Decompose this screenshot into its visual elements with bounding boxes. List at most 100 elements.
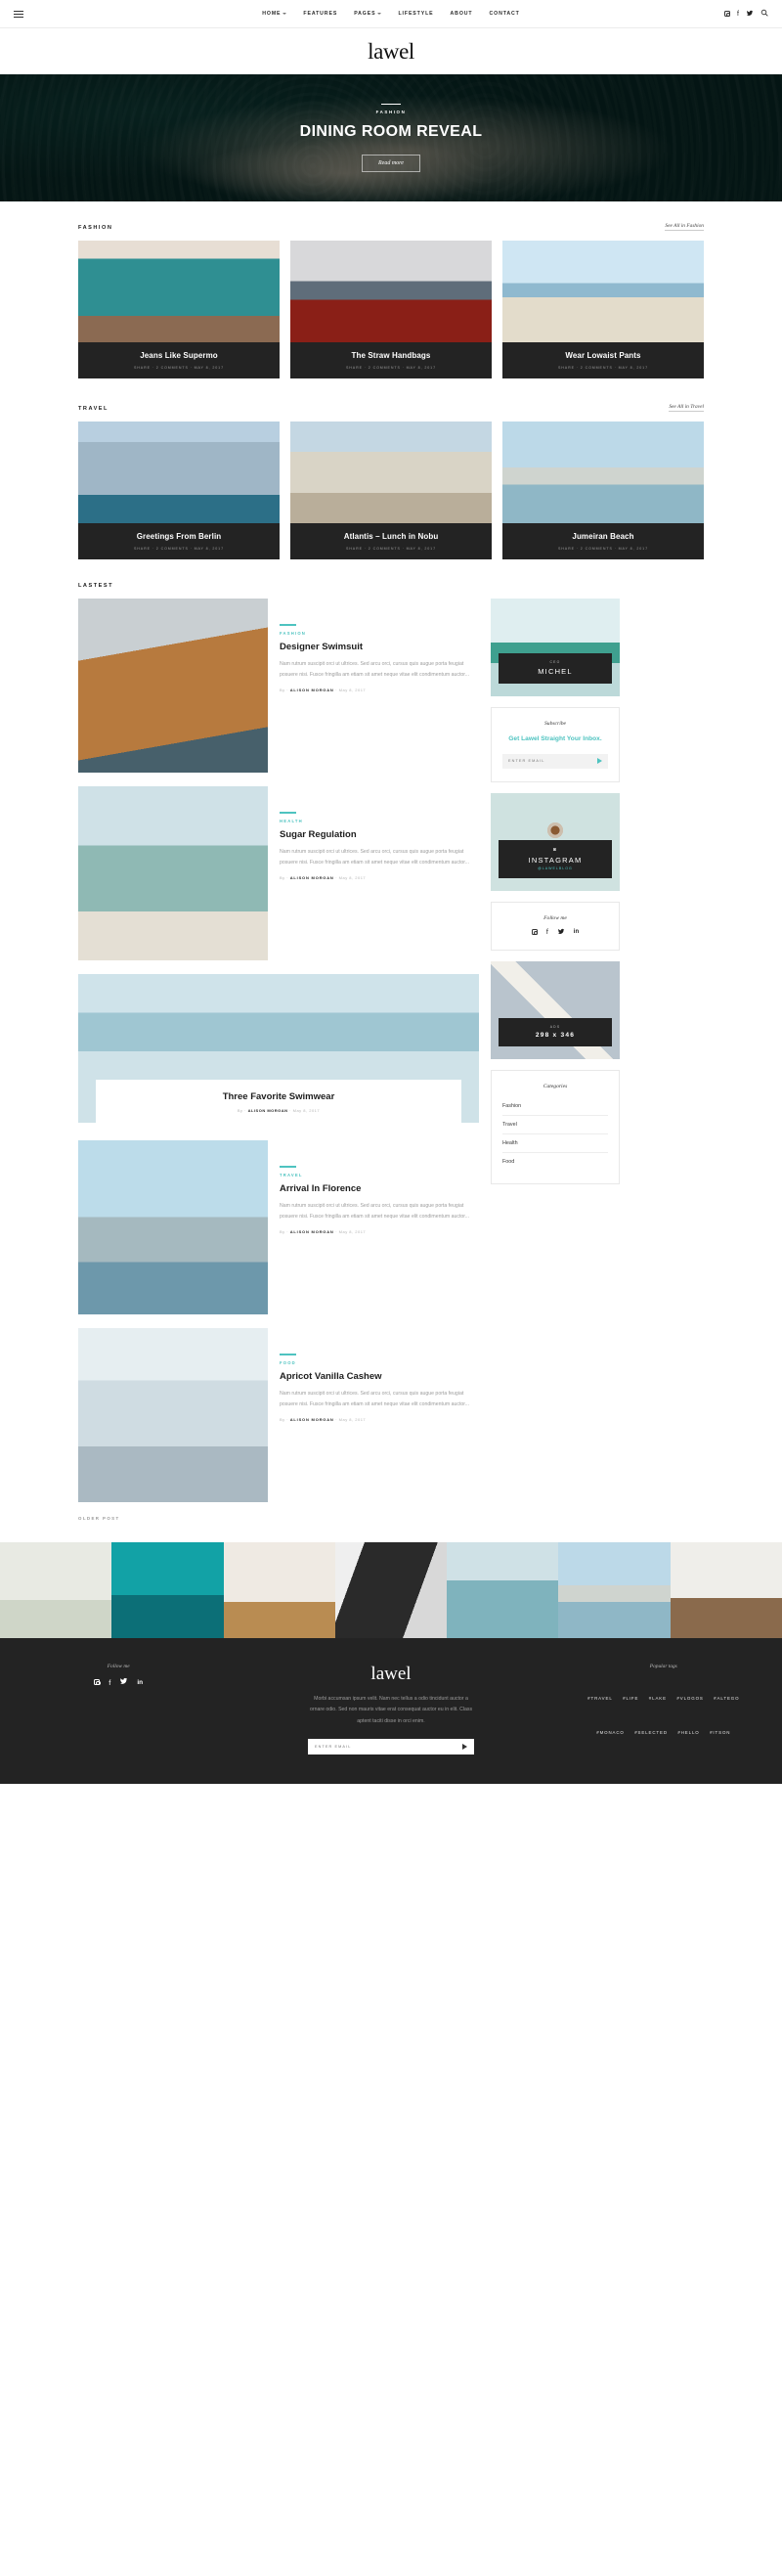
post-category[interactable]: TRAVEL	[280, 1173, 479, 1177]
instagram-icon[interactable]	[531, 929, 539, 936]
footer-description: Morbi accumsan ipsum velit. Nam nec tell…	[309, 1696, 473, 1724]
instagram-photo[interactable]	[670, 1542, 782, 1638]
see-all-fashion-link[interactable]: See All in Fashion	[665, 223, 704, 231]
post-title[interactable]: Arrival In Florence	[280, 1183, 479, 1194]
hero-category[interactable]: FASHION	[300, 110, 483, 114]
post-byline: By · ALISON MORGAN · May 8, 2017	[280, 688, 367, 693]
post-category[interactable]: FASHION	[280, 631, 479, 636]
ad-widget[interactable]: ADS 298 x 346	[491, 960, 620, 1059]
post-title[interactable]: Apricot Vanilla Cashew	[280, 1371, 479, 1382]
tag-item[interactable]: #ALTEGO	[714, 1696, 739, 1701]
nav-item-contact[interactable]: CONTACT	[489, 11, 519, 17]
tag-item[interactable]: #ITSON	[710, 1730, 730, 1735]
older-post-link[interactable]: OLDER POST	[78, 1516, 479, 1521]
post-author[interactable]: ALISON MORGAN	[290, 1229, 334, 1234]
tag-item[interactable]: #HELLO	[677, 1730, 699, 1735]
category-divider	[280, 624, 296, 626]
ceo-widget[interactable]: CEO MICHEL	[491, 599, 620, 696]
instagram-photo[interactable]	[223, 1542, 335, 1638]
tag-item[interactable]: #TRAVEL	[587, 1696, 613, 1701]
card-caption: Jumeiran Beach SHARE · 2 COMMENTS · MAY …	[502, 523, 704, 559]
fashion-section-header: FASHION See All in Fashion	[78, 223, 704, 231]
instagram-widget[interactable]: ◙ INSTAGRAM @LAWELBLOG	[491, 792, 620, 891]
instagram-photo[interactable]	[558, 1542, 671, 1638]
tag-item[interactable]: #VLOGOS	[676, 1696, 703, 1701]
follow-widget: Follow me f in	[491, 901, 620, 951]
post-list: FASHION Designer Swimsuit Nam rutrum sus…	[78, 599, 479, 1521]
card-caption: Wear Lowaist Pants SHARE · 2 COMMENTS · …	[502, 342, 704, 378]
post-title[interactable]: Three Favorite Swimwear	[106, 1091, 452, 1102]
tag-item[interactable]: #SELECTED	[634, 1730, 668, 1735]
subscribe-form	[502, 753, 608, 769]
post-item[interactable]: FASHION Designer Swimsuit Nam rutrum sus…	[78, 599, 479, 773]
category-item-health[interactable]: Health	[502, 1134, 608, 1153]
card-title: Greetings From Berlin	[136, 532, 222, 541]
instagram-label: INSTAGRAM	[528, 855, 583, 865]
email-input[interactable]	[315, 1745, 462, 1750]
byline-prefix: By	[280, 688, 285, 693]
ceo-overlay: CEO MICHEL	[499, 653, 612, 684]
send-arrow-icon[interactable]	[462, 1744, 467, 1751]
instagram-icon[interactable]	[94, 1679, 101, 1686]
post-category[interactable]: HEALTH	[280, 819, 479, 823]
post-author[interactable]: ALISON MORGAN	[290, 875, 334, 880]
linkedin-icon[interactable]: in	[574, 929, 579, 935]
nav-item-features[interactable]: FEATURES	[303, 11, 337, 17]
hero-title[interactable]: DINING ROOM REVEAL	[300, 123, 483, 141]
category-item-food[interactable]: Food	[502, 1153, 608, 1171]
instagram-icon: ◙	[552, 846, 558, 853]
tag-item[interactable]: #LAKE	[649, 1696, 667, 1701]
linkedin-icon[interactable]: in	[137, 1679, 143, 1686]
nav-item-about[interactable]: ABOUT	[451, 11, 473, 17]
category-item-fashion[interactable]: Fashion	[502, 1097, 608, 1116]
card-item[interactable]: The Straw Handbags SHARE · 2 COMMENTS · …	[290, 241, 492, 378]
instagram-photo[interactable]	[334, 1542, 448, 1638]
footer-logo[interactable]: lawel	[237, 1664, 544, 1685]
facebook-icon[interactable]: f	[109, 1678, 110, 1687]
section-title: LASTEST	[78, 583, 113, 589]
post-item[interactable]: TRAVEL Arrival In Florence Nam rutrum su…	[78, 1140, 479, 1314]
nav-item-pages[interactable]: PAGES	[354, 11, 382, 17]
post-author[interactable]: ALISON MORGAN	[248, 1108, 288, 1113]
tag-item[interactable]: #LIFE	[623, 1696, 638, 1701]
card-image	[78, 241, 280, 342]
category-item-travel[interactable]: Travel	[502, 1116, 608, 1134]
facebook-icon[interactable]: f	[546, 929, 548, 936]
instagram-photo[interactable]	[111, 1542, 224, 1638]
post-category[interactable]: FOOD	[280, 1360, 479, 1365]
tag-item[interactable]: #MONACO	[596, 1730, 625, 1735]
send-arrow-icon[interactable]	[597, 758, 602, 765]
post-title[interactable]: Designer Swimsuit	[280, 642, 479, 652]
twitter-icon[interactable]	[119, 1677, 128, 1687]
card-meta: SHARE · 2 COMMENTS · MAY 8, 2017	[558, 547, 648, 551]
card-item[interactable]: Greetings From Berlin SHARE · 2 COMMENTS…	[78, 422, 280, 559]
nav-item-home[interactable]: HOME	[262, 11, 287, 17]
card-item[interactable]: Jeans Like Supermo SHARE · 2 COMMENTS · …	[78, 241, 280, 378]
byline-prefix: By	[280, 875, 285, 881]
post-author[interactable]: ALISON MORGAN	[290, 688, 334, 692]
instagram-icon[interactable]	[724, 11, 731, 18]
post-item[interactable]: FOOD Apricot Vanilla Cashew Nam rutrum s…	[78, 1328, 479, 1502]
footer-tags-column: Popular tags #TRAVEL #LIFE #LAKE #VLOGOS…	[545, 1664, 782, 1754]
post-title[interactable]: Sugar Regulation	[280, 829, 479, 840]
card-item[interactable]: Jumeiran Beach SHARE · 2 COMMENTS · MAY …	[502, 422, 704, 559]
footer-tags-label: Popular tags	[649, 1664, 677, 1669]
hero-banner: FASHION DINING ROOM REVEAL Read more	[0, 74, 782, 201]
post-author[interactable]: ALISON MORGAN	[290, 1417, 334, 1422]
post-item[interactable]: HEALTH Sugar Regulation Nam rutrum susci…	[78, 786, 479, 960]
footer-brand-column: lawel Morbi accumsan ipsum velit. Nam ne…	[237, 1664, 544, 1755]
nav-item-lifestyle[interactable]: LIFESTYLE	[398, 11, 433, 17]
card-item[interactable]: Atlantis – Lunch in Nobu SHARE · 2 COMME…	[290, 422, 492, 559]
card-item[interactable]: Wear Lowaist Pants SHARE · 2 COMMENTS · …	[502, 241, 704, 378]
twitter-icon[interactable]	[557, 928, 565, 937]
email-input[interactable]	[508, 759, 597, 764]
instagram-photo[interactable]	[0, 1542, 112, 1638]
site-logo[interactable]: lawel	[368, 39, 414, 65]
see-all-travel-link[interactable]: See All in Travel	[669, 404, 704, 412]
post-excerpt: Nam rutrum suscipit orci ut ultrices. Se…	[280, 1390, 470, 1407]
post-byline: By · ALISON MORGAN · May 8, 2017	[280, 1417, 367, 1423]
featured-wide-post[interactable]: Three Favorite Swimwear By · ALISON MORG…	[78, 974, 479, 1124]
post-date: May 8, 2017	[338, 1417, 367, 1423]
hero-read-more-button[interactable]: Read more	[362, 155, 420, 172]
instagram-photo[interactable]	[447, 1542, 559, 1638]
